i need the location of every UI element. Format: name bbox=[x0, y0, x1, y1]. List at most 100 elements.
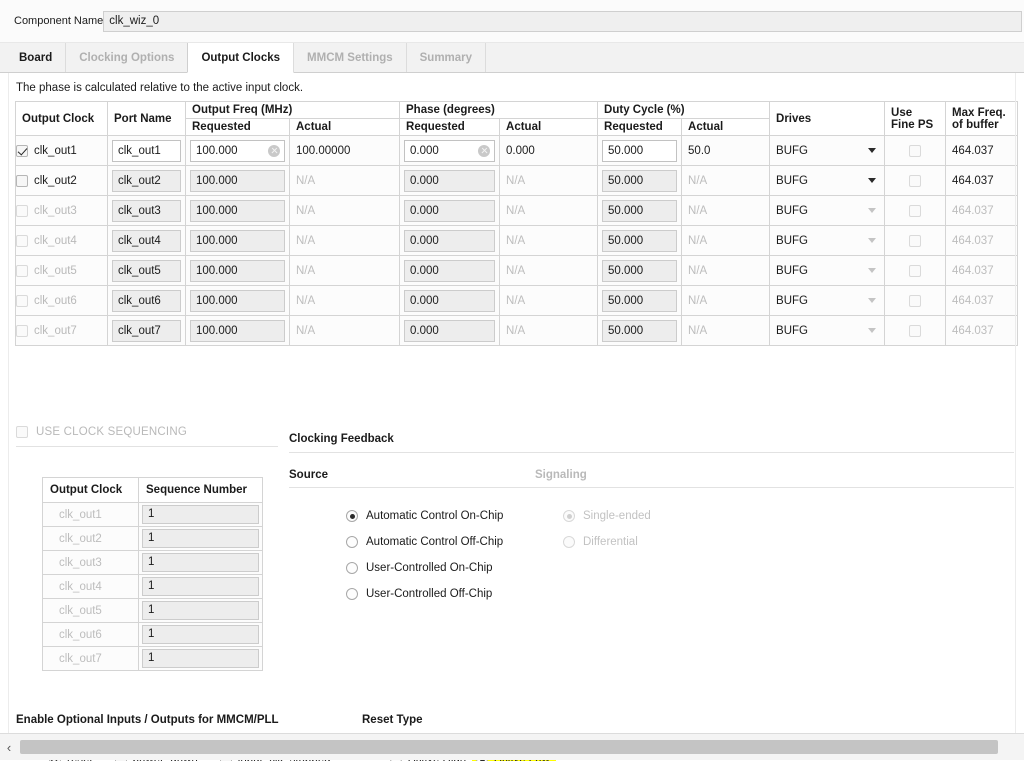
row-fine-ps-cell[interactable] bbox=[885, 286, 946, 316]
row-port-name-cell[interactable]: clk_out4 bbox=[108, 226, 186, 256]
row-fine-ps-cell[interactable] bbox=[885, 166, 946, 196]
row-duty-requested-cell[interactable]: 50.000 bbox=[598, 166, 682, 196]
row-duty-requested-cell[interactable]: 50.000 bbox=[598, 256, 682, 286]
row-duty-requested-cell[interactable]: 50.000 bbox=[598, 226, 682, 256]
sequence-number-field[interactable]: 1 bbox=[142, 529, 259, 548]
row-phase-requested-cell[interactable]: 0.000 bbox=[400, 226, 500, 256]
use-fine-ps-checkbox[interactable] bbox=[909, 205, 921, 217]
use-fine-ps-checkbox[interactable] bbox=[909, 145, 921, 157]
duty-requested-field[interactable]: 50.000 bbox=[602, 320, 677, 342]
row-enable-checkbox[interactable] bbox=[16, 265, 28, 277]
row-freq-requested-cell[interactable]: 100.000 bbox=[186, 226, 290, 256]
feedback-source-option-3[interactable]: User-Controlled Off-Chip bbox=[346, 581, 535, 607]
port-name-field[interactable]: clk_out7 bbox=[112, 320, 181, 342]
row-duty-requested-cell[interactable]: 50.000 bbox=[598, 286, 682, 316]
use-fine-ps-checkbox[interactable] bbox=[909, 325, 921, 337]
row-fine-ps-cell[interactable] bbox=[885, 256, 946, 286]
row-freq-requested-cell[interactable]: 100.000 bbox=[186, 286, 290, 316]
freq-requested-field[interactable]: 100.000 bbox=[190, 140, 285, 162]
row-enable-checkbox[interactable] bbox=[16, 235, 28, 247]
phase-requested-field[interactable]: 0.000 bbox=[404, 290, 495, 312]
clear-field-icon[interactable] bbox=[478, 145, 490, 157]
row-port-name-cell[interactable]: clk_out3 bbox=[108, 196, 186, 226]
chevron-down-icon[interactable] bbox=[868, 298, 876, 303]
feedback-source-radio-3[interactable] bbox=[346, 588, 358, 600]
freq-requested-field[interactable]: 100.000 bbox=[190, 200, 285, 222]
row-enable-checkbox[interactable] bbox=[16, 295, 28, 307]
row-freq-requested-cell[interactable]: 100.000 bbox=[186, 166, 290, 196]
sequence-number-cell[interactable]: 1 bbox=[139, 575, 263, 599]
row-drives-cell[interactable]: BUFG bbox=[770, 286, 885, 316]
chevron-down-icon[interactable] bbox=[868, 178, 876, 183]
scrollbar-track[interactable] bbox=[18, 734, 1024, 761]
sequence-number-field[interactable]: 1 bbox=[142, 625, 259, 644]
freq-requested-field[interactable]: 100.000 bbox=[190, 170, 285, 192]
sequence-number-field[interactable]: 1 bbox=[142, 553, 259, 572]
row-enable-checkbox[interactable] bbox=[16, 205, 28, 217]
port-name-field[interactable]: clk_out6 bbox=[112, 290, 181, 312]
sequence-number-cell[interactable]: 1 bbox=[139, 503, 263, 527]
tab-mmcm-settings[interactable]: MMCM Settings bbox=[293, 43, 407, 72]
chevron-down-icon[interactable] bbox=[868, 328, 876, 333]
tab-output-clocks[interactable]: Output Clocks bbox=[187, 43, 294, 73]
duty-requested-field[interactable]: 50.000 bbox=[602, 260, 677, 282]
row-phase-requested-cell[interactable]: 0.000 bbox=[400, 196, 500, 226]
row-freq-requested-cell[interactable]: 100.000 bbox=[186, 256, 290, 286]
row-fine-ps-cell[interactable] bbox=[885, 196, 946, 226]
row-fine-ps-cell[interactable] bbox=[885, 316, 946, 346]
port-name-field[interactable]: clk_out4 bbox=[112, 230, 181, 252]
use-fine-ps-checkbox[interactable] bbox=[909, 175, 921, 187]
chevron-down-icon[interactable] bbox=[868, 238, 876, 243]
chevron-down-icon[interactable] bbox=[868, 268, 876, 273]
freq-requested-field[interactable]: 100.000 bbox=[190, 290, 285, 312]
row-port-name-cell[interactable]: clk_out5 bbox=[108, 256, 186, 286]
duty-requested-field[interactable]: 50.000 bbox=[602, 290, 677, 312]
row-drives-cell[interactable]: BUFG bbox=[770, 166, 885, 196]
tab-clocking-options[interactable]: Clocking Options bbox=[65, 43, 188, 72]
component-name-input[interactable] bbox=[103, 11, 1022, 32]
use-fine-ps-checkbox[interactable] bbox=[909, 235, 921, 247]
scrollbar-thumb[interactable] bbox=[20, 740, 998, 754]
row-enable-checkbox[interactable] bbox=[16, 145, 28, 157]
row-enable-cell[interactable]: clk_out2 bbox=[16, 166, 108, 196]
feedback-source-option-1[interactable]: Automatic Control Off-Chip bbox=[346, 529, 535, 555]
tab-summary[interactable]: Summary bbox=[406, 43, 486, 72]
row-enable-checkbox[interactable] bbox=[16, 175, 28, 187]
drives-dropdown[interactable]: BUFG bbox=[770, 166, 884, 195]
row-phase-requested-cell[interactable]: 0.000 bbox=[400, 166, 500, 196]
sequence-number-field[interactable]: 1 bbox=[142, 577, 259, 596]
row-port-name-cell[interactable]: clk_out1 bbox=[108, 136, 186, 166]
row-duty-requested-cell[interactable]: 50.000 bbox=[598, 316, 682, 346]
freq-requested-field[interactable]: 100.000 bbox=[190, 230, 285, 252]
chevron-down-icon[interactable] bbox=[868, 148, 876, 153]
feedback-source-option-2[interactable]: User-Controlled On-Chip bbox=[346, 555, 535, 581]
row-fine-ps-cell[interactable] bbox=[885, 226, 946, 256]
row-port-name-cell[interactable]: clk_out7 bbox=[108, 316, 186, 346]
row-phase-requested-cell[interactable]: 0.000 bbox=[400, 136, 500, 166]
phase-requested-field[interactable]: 0.000 bbox=[404, 140, 495, 162]
duty-requested-field[interactable]: 50.000 bbox=[602, 170, 677, 192]
sequence-number-field[interactable]: 1 bbox=[142, 601, 259, 620]
duty-requested-field[interactable]: 50.000 bbox=[602, 200, 677, 222]
phase-requested-field[interactable]: 0.000 bbox=[404, 170, 495, 192]
row-enable-cell[interactable]: clk_out6 bbox=[16, 286, 108, 316]
row-phase-requested-cell[interactable]: 0.000 bbox=[400, 286, 500, 316]
drives-dropdown[interactable]: BUFG bbox=[770, 256, 884, 285]
feedback-source-radio-0[interactable] bbox=[346, 510, 358, 522]
row-duty-requested-cell[interactable]: 50.000 bbox=[598, 136, 682, 166]
phase-requested-field[interactable]: 0.000 bbox=[404, 200, 495, 222]
use-fine-ps-checkbox[interactable] bbox=[909, 295, 921, 307]
sequence-number-field[interactable]: 1 bbox=[142, 505, 259, 524]
drives-dropdown[interactable]: BUFG bbox=[770, 196, 884, 225]
drives-dropdown[interactable]: BUFG bbox=[770, 226, 884, 255]
row-duty-requested-cell[interactable]: 50.000 bbox=[598, 196, 682, 226]
row-phase-requested-cell[interactable]: 0.000 bbox=[400, 316, 500, 346]
sequence-number-cell[interactable]: 1 bbox=[139, 551, 263, 575]
feedback-source-radio-2[interactable] bbox=[346, 562, 358, 574]
freq-requested-field[interactable]: 100.000 bbox=[190, 260, 285, 282]
row-drives-cell[interactable]: BUFG bbox=[770, 196, 885, 226]
row-enable-checkbox[interactable] bbox=[16, 325, 28, 337]
sequence-number-cell[interactable]: 1 bbox=[139, 599, 263, 623]
port-name-field[interactable]: clk_out5 bbox=[112, 260, 181, 282]
horizontal-scrollbar[interactable]: ‹ bbox=[0, 733, 1024, 760]
